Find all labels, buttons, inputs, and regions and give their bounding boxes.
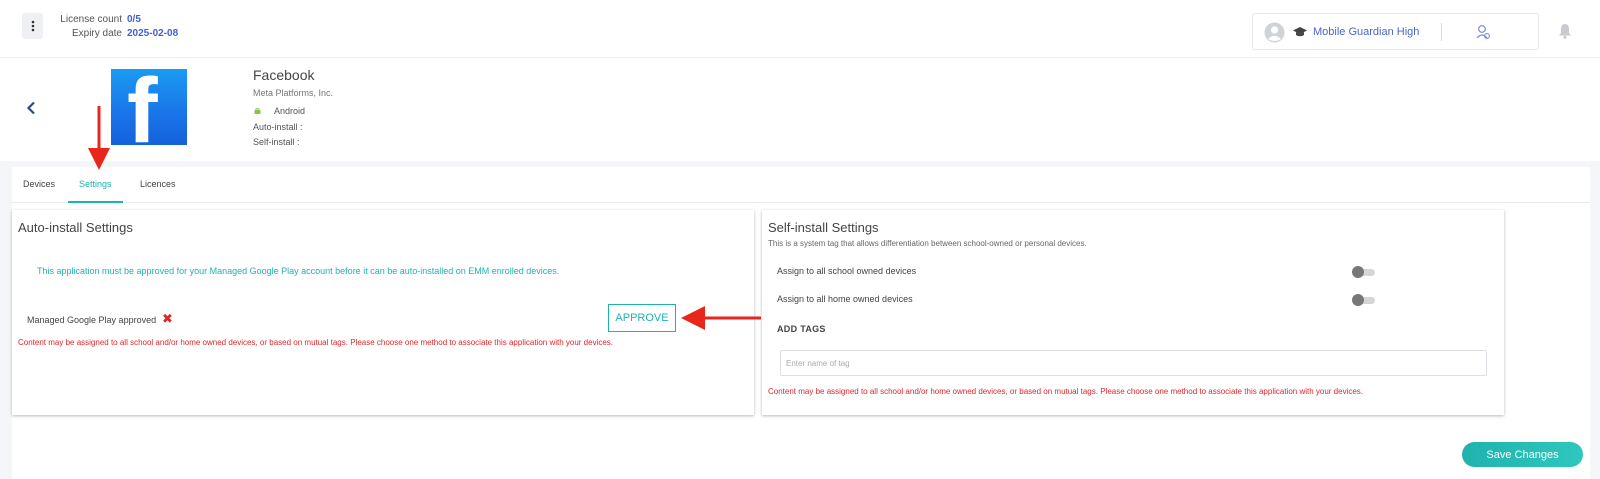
self-install-status-label: Self-install : [253, 137, 300, 147]
self-install-subtitle: This is a system tag that allows differe… [768, 239, 1087, 248]
annotation-arrow-down-icon [88, 106, 110, 170]
assignment-error-text: Content may be assigned to all school an… [18, 338, 614, 347]
add-tags-label: ADD TAGS [777, 324, 826, 334]
tag-name-input[interactable] [780, 350, 1487, 376]
self-install-panel: Self-install Settings This is a system t… [762, 210, 1504, 415]
annotation-arrow-left-icon [681, 306, 761, 330]
self-install-error-text: Content may be assigned to all school an… [768, 387, 1364, 396]
vertical-dots-icon [31, 20, 34, 32]
app-name: Facebook [253, 67, 315, 83]
facebook-logo-letter: f [127, 69, 158, 145]
license-count-label: License count [60, 14, 122, 25]
user-settings-icon[interactable] [1476, 24, 1490, 40]
more-menu-button[interactable] [22, 13, 43, 39]
app-vendor: Meta Platforms, Inc. [253, 88, 334, 98]
notification-bell-icon[interactable] [1558, 23, 1572, 39]
auto-install-panel: Auto-install Settings This application m… [12, 210, 754, 415]
approval-info-text: This application must be approved for yo… [37, 266, 560, 276]
expiry-date-label: Expiry date [71, 28, 122, 39]
home-owned-label: Assign to all home owned devices [777, 294, 913, 304]
approve-button[interactable]: APPROVE [608, 304, 676, 332]
auto-install-title: Auto-install Settings [18, 220, 133, 235]
school-name[interactable]: Mobile Guardian High [1313, 26, 1419, 38]
school-owned-label: Assign to all school owned devices [777, 266, 917, 276]
app-platform: Android [274, 106, 306, 116]
save-changes-button[interactable]: Save Changes [1462, 442, 1583, 467]
graduation-cap-icon [1293, 27, 1307, 37]
top-bar: License count 0/5 Expiry date 2025-02-08… [0, 0, 1600, 58]
android-icon [254, 108, 261, 114]
not-approved-x-icon: ✖ [162, 311, 173, 326]
tab-licences[interactable]: Licences [140, 179, 176, 203]
self-install-title: Self-install Settings [768, 220, 879, 235]
tab-bar: Devices Settings Licences [12, 167, 1590, 203]
auto-install-status-label: Auto-install : [253, 122, 303, 132]
back-chevron-icon[interactable] [26, 101, 36, 115]
tab-devices[interactable]: Devices [23, 179, 55, 203]
home-owned-toggle[interactable] [1352, 294, 1375, 306]
school-owned-toggle[interactable] [1352, 266, 1375, 278]
user-avatar-icon[interactable] [1264, 22, 1285, 43]
tab-settings[interactable]: Settings [68, 179, 123, 203]
license-info: License count 0/5 Expiry date 2025-02-08 [52, 13, 178, 41]
app-header: f Facebook Meta Platforms, Inc. Android … [0, 58, 1600, 161]
school-selector[interactable]: Mobile Guardian High [1252, 13, 1539, 50]
divider [1441, 23, 1442, 41]
app-logo: f [111, 69, 187, 145]
expiry-date-value: 2025-02-08 [127, 28, 179, 39]
license-count-value: 0/5 [127, 14, 141, 25]
managed-play-approved-label: Managed Google Play approved [27, 315, 157, 325]
